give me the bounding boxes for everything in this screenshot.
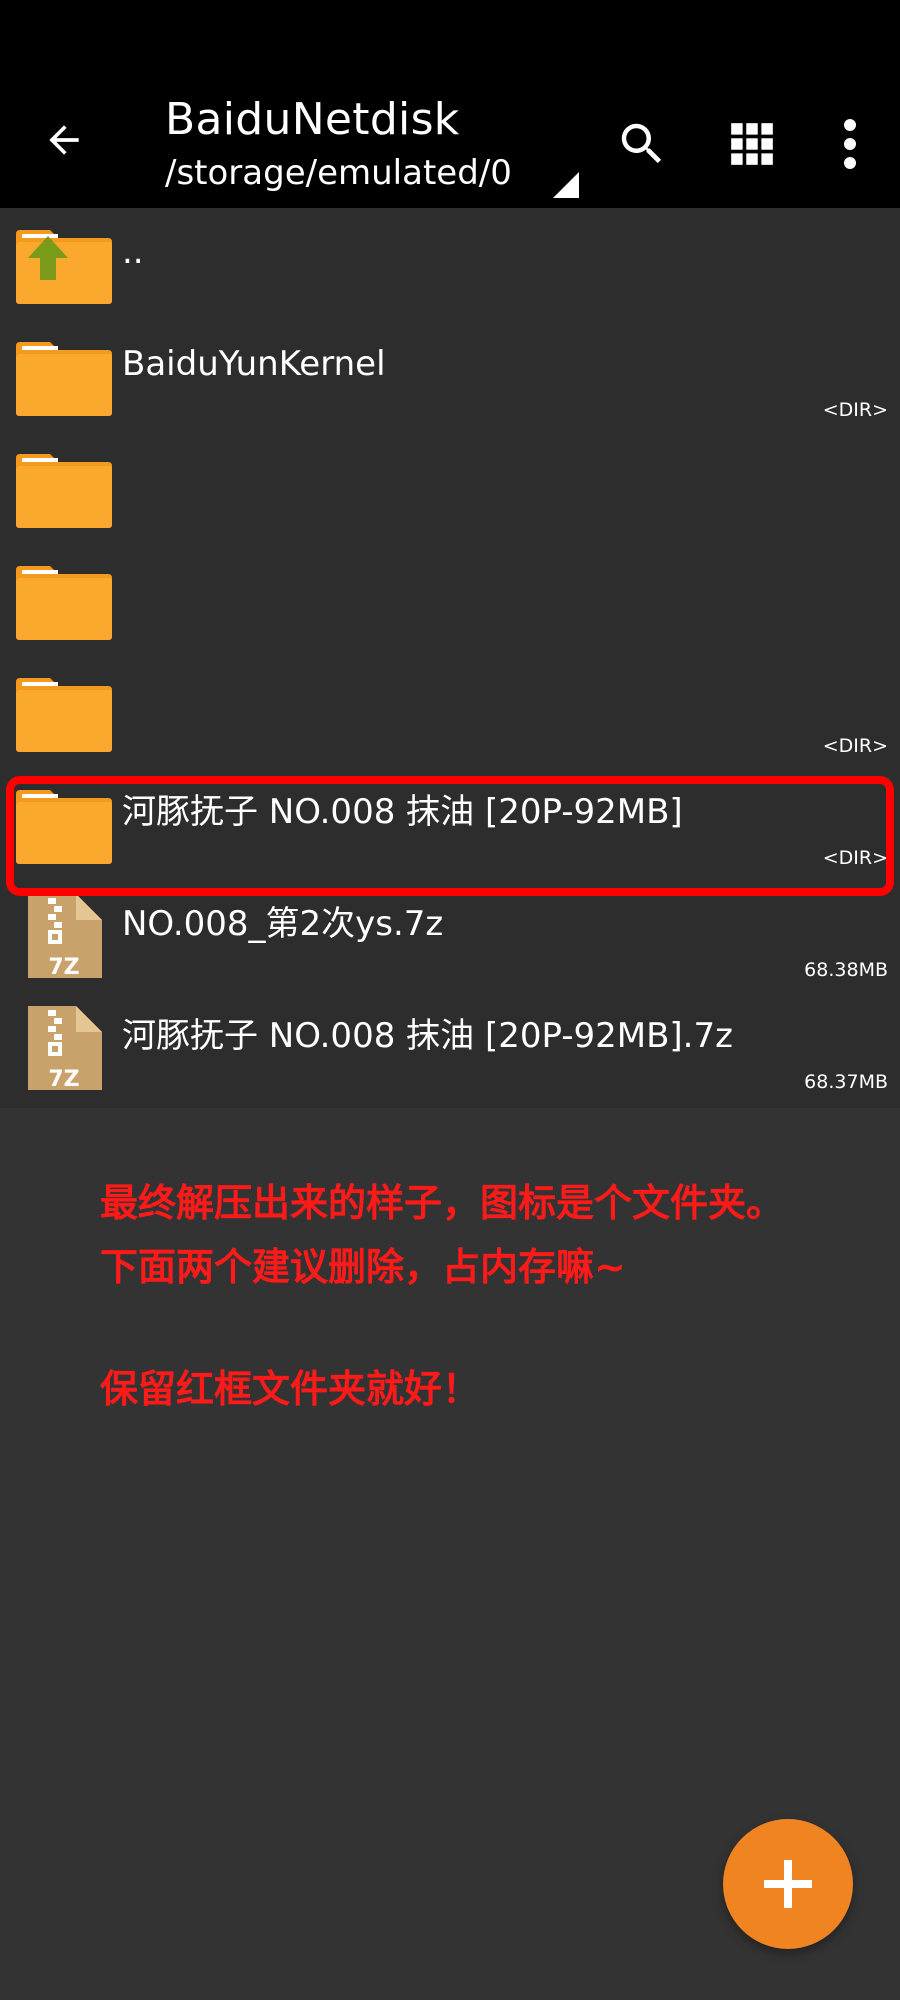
highlight-box bbox=[6, 776, 894, 896]
annotation-line-2: 下面两个建议删除，占内存嘛~ bbox=[100, 1245, 626, 1289]
search-icon bbox=[621, 123, 662, 164]
svg-text:7Z: 7Z bbox=[48, 955, 79, 978]
search-button[interactable] bbox=[610, 112, 674, 176]
more-vertical-icon bbox=[844, 119, 856, 169]
list-item[interactable] bbox=[0, 432, 900, 544]
back-button[interactable] bbox=[36, 112, 92, 168]
folder-icon bbox=[16, 454, 112, 528]
archive-7z-icon: 7Z bbox=[28, 894, 102, 978]
toolbar: BaiduNetdisk /storage/emulated/0 bbox=[0, 60, 900, 208]
plus-icon bbox=[764, 1860, 812, 1908]
page-title: BaiduNetdisk bbox=[165, 94, 460, 145]
list-item[interactable]: 7Z 河豚抚子 NO.008 抹油 [20P-92MB].7z 68.37MB bbox=[0, 992, 900, 1104]
grid-icon bbox=[731, 123, 773, 165]
list-item[interactable]: .. bbox=[0, 208, 900, 320]
path-dropdown[interactable]: /storage/emulated/0 bbox=[165, 152, 512, 194]
file-name: NO.008_第2次ys.7z bbox=[122, 904, 444, 944]
file-name: .. bbox=[122, 232, 144, 272]
list-item[interactable]: <DIR> bbox=[0, 656, 900, 768]
folder-icon bbox=[16, 678, 112, 752]
list-item[interactable]: 7Z NO.008_第2次ys.7z 68.38MB bbox=[0, 880, 900, 992]
file-name: BaiduYunKernel bbox=[122, 344, 386, 384]
dropdown-triangle-icon bbox=[553, 172, 579, 198]
file-meta: 68.38MB bbox=[804, 959, 888, 981]
annotation-line-1: 最终解压出来的样子，图标是个文件夹。 bbox=[100, 1181, 785, 1225]
file-list-area: .. BaiduYunKernel <DIR> <DIR> 河豚抚子 NO.00… bbox=[0, 208, 900, 2000]
file-meta: <DIR> bbox=[822, 399, 888, 421]
file-meta: <DIR> bbox=[822, 735, 888, 757]
svg-text:7Z: 7Z bbox=[48, 1067, 79, 1090]
folder-icon bbox=[16, 342, 112, 416]
status-bar bbox=[0, 0, 900, 60]
archive-7z-icon: 7Z bbox=[28, 1006, 102, 1090]
add-button[interactable] bbox=[723, 1819, 853, 1949]
file-meta: 68.37MB bbox=[804, 1071, 888, 1093]
folder-icon bbox=[16, 566, 112, 640]
arrow-left-icon bbox=[49, 125, 79, 155]
annotation-line-3: 保留红框文件夹就好！ bbox=[100, 1367, 481, 1411]
list-item[interactable] bbox=[0, 544, 900, 656]
parent-folder-icon bbox=[16, 230, 112, 304]
file-name: 河豚抚子 NO.008 抹油 [20P-92MB].7z bbox=[122, 1016, 733, 1056]
list-item[interactable]: BaiduYunKernel <DIR> bbox=[0, 320, 900, 432]
grid-view-button[interactable] bbox=[720, 112, 784, 176]
more-options-button[interactable] bbox=[818, 112, 882, 176]
